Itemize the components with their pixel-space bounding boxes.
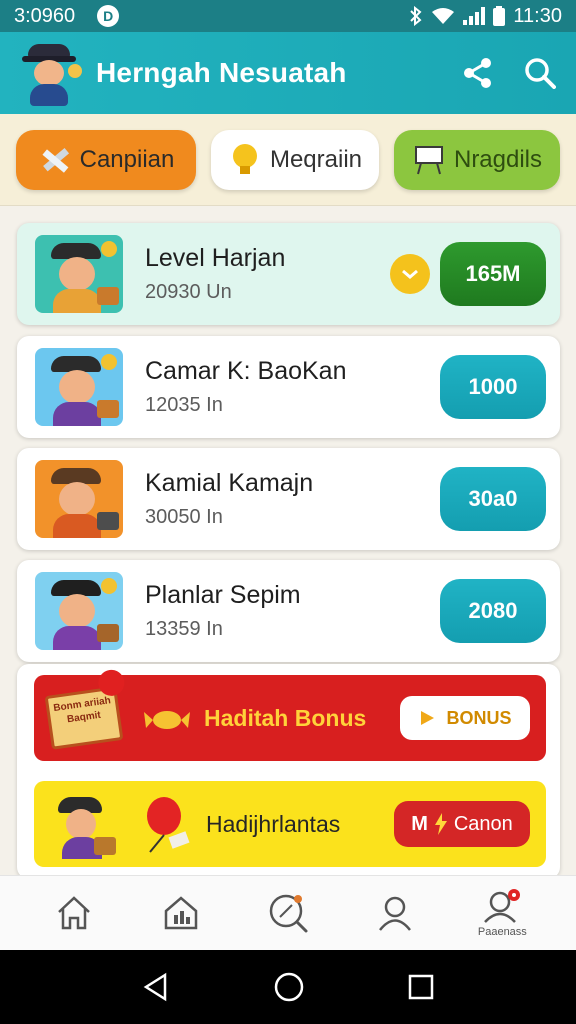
- item-thumbnail: [35, 460, 123, 538]
- bonus-banner[interactable]: Bonm ariiah Baqmit Haditah Bonus BONUS: [34, 668, 546, 761]
- tab-nragdils[interactable]: Nragdils: [394, 129, 560, 190]
- tab-meqraiin[interactable]: Meqraiin: [211, 129, 379, 190]
- status-notification-badge: D: [97, 5, 120, 27]
- item-title: Camar K: BaoKan: [145, 357, 347, 385]
- bonus-button[interactable]: BONUS: [400, 696, 530, 740]
- app-logo-mascot: [20, 40, 82, 106]
- item-title: Level Harjan: [145, 244, 286, 272]
- list-item[interactable]: Level Harjan 20930 Un 165M: [17, 223, 560, 325]
- home-circle-icon[interactable]: [273, 971, 305, 1003]
- cancel-button[interactable]: M Canon: [394, 801, 530, 847]
- bottom-nav: Paaenass: [0, 875, 576, 950]
- item-value-button[interactable]: 2080: [440, 579, 546, 643]
- account-badge-icon: [484, 889, 521, 923]
- item-title: Planlar Sepim: [145, 581, 301, 609]
- app-title: Herngah Nesuatah: [96, 57, 347, 88]
- bolt-icon: [434, 813, 447, 835]
- status-time-right: 11:30: [513, 4, 562, 27]
- bonus-gift-box: Bonm ariiah Baqmit: [44, 668, 127, 750]
- pencil-ruler-icon: [38, 143, 72, 177]
- candy-icon: [144, 711, 190, 729]
- category-tabs: Canpiian Meqraiin Nragdils: [0, 114, 576, 206]
- home-icon: [57, 896, 90, 930]
- item-title: Kamial Kamajn: [145, 469, 314, 497]
- item-subtitle: 13359 In: [145, 618, 223, 640]
- item-thumbnail: [35, 235, 123, 313]
- tab-label: Meqraiin: [269, 145, 363, 173]
- item-value-button[interactable]: 30a0: [440, 467, 546, 531]
- item-value-button[interactable]: 1000: [440, 355, 546, 419]
- wifi-icon: [432, 8, 455, 24]
- status-time-left: 3:0960: [14, 4, 76, 27]
- nav-explore[interactable]: [248, 891, 328, 935]
- nav-home[interactable]: [34, 893, 114, 933]
- recents-icon[interactable]: [407, 973, 435, 1001]
- share-icon[interactable]: [462, 57, 494, 89]
- check-icon: [390, 254, 430, 294]
- play-icon: [421, 711, 435, 725]
- cancel-button-prefix: M: [411, 812, 428, 835]
- promo-mascot: [48, 789, 118, 859]
- tab-label: Canpiian: [79, 145, 175, 173]
- lightbulb-icon: [228, 143, 262, 177]
- bonus-box-text: Bonm ariiah Baqmit: [52, 695, 112, 726]
- nav-shop[interactable]: [141, 893, 221, 933]
- item-subtitle: 30050 In: [145, 506, 223, 528]
- app-bar: Herngah Nesuatah: [0, 32, 576, 114]
- item-thumbnail: [35, 348, 123, 426]
- tab-label: Nragdils: [453, 145, 543, 173]
- nav-account-label: Paaenass: [477, 926, 527, 938]
- list-item[interactable]: Kamial Kamajn 30050 In 30a0: [17, 448, 560, 550]
- shop-icon: [164, 896, 198, 930]
- nav-account[interactable]: Paaenass: [462, 888, 542, 938]
- system-navigation-bar: [0, 950, 576, 1024]
- balloon-icon: [147, 797, 190, 853]
- bluetooth-icon: [410, 6, 422, 26]
- list-item[interactable]: Camar K: BaoKan 12035 In 1000: [17, 336, 560, 438]
- status-bar: 3:0960 D 11:30: [0, 0, 576, 32]
- easel-icon: [412, 143, 446, 177]
- cancel-button-label: Canon: [453, 812, 513, 835]
- profile-icon: [379, 896, 412, 931]
- promo-banner[interactable]: Hadijhrlantas M Canon: [34, 781, 546, 867]
- item-value-button[interactable]: 165M: [440, 242, 546, 306]
- back-icon[interactable]: [141, 972, 171, 1002]
- signal-icon: [463, 7, 486, 25]
- bonus-button-label: BONUS: [446, 707, 512, 728]
- tab-canpiian[interactable]: Canpiian: [16, 129, 196, 190]
- bonus-title: Haditah Bonus: [204, 704, 367, 731]
- search-icon[interactable]: [524, 57, 556, 89]
- nav-profile[interactable]: [355, 893, 435, 933]
- search-map-icon: [269, 894, 308, 933]
- list-item[interactable]: Planlar Sepim 13359 In 2080: [17, 560, 560, 662]
- item-subtitle: 20930 Un: [145, 281, 232, 303]
- battery-icon: [493, 6, 506, 26]
- promo-title: Hadijhrlantas: [206, 810, 341, 837]
- item-thumbnail: [35, 572, 123, 650]
- item-subtitle: 12035 In: [145, 394, 223, 416]
